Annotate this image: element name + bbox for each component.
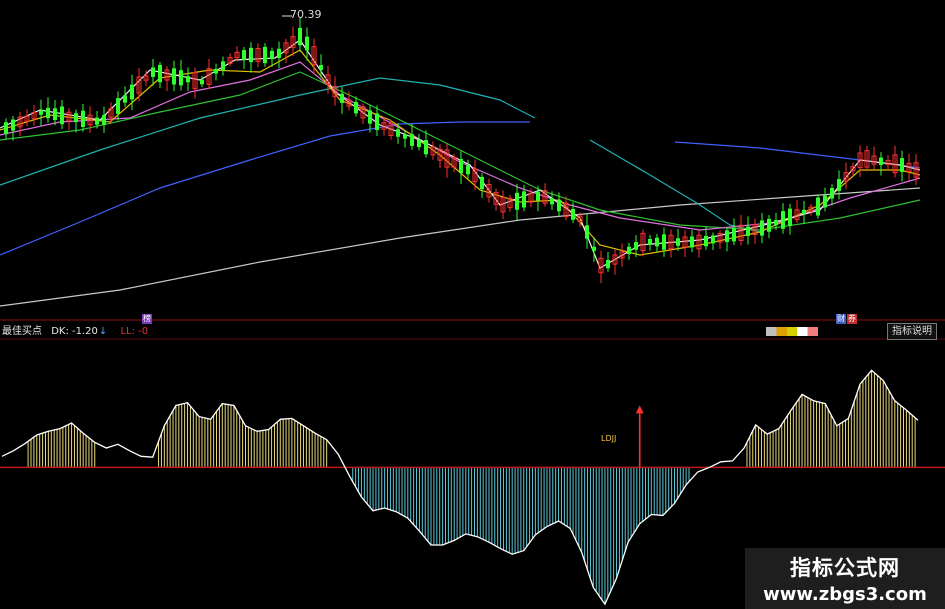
- candle-down: [466, 165, 470, 175]
- candle-down: [242, 50, 246, 60]
- candle-down: [760, 220, 764, 236]
- ma-line-20: [0, 61, 921, 231]
- candle-down: [900, 158, 904, 172]
- watermark-url: www.zbgs3.com: [763, 584, 927, 605]
- candle-down: [221, 61, 225, 71]
- candle-down: [417, 139, 421, 148]
- candle-down: [746, 226, 750, 236]
- candle-down: [81, 110, 85, 128]
- candle-down: [823, 195, 827, 208]
- candle-down: [375, 113, 379, 131]
- candle-down: [662, 234, 666, 250]
- candle-down: [158, 64, 162, 83]
- candle-down: [655, 237, 659, 247]
- candle-down: [634, 242, 638, 250]
- candle-down: [627, 246, 631, 255]
- candle-down: [277, 48, 281, 59]
- candle-down: [781, 211, 785, 229]
- candle-down: [340, 93, 344, 103]
- candle-down: [4, 122, 8, 135]
- candle-down: [536, 191, 540, 201]
- indicator-name[interactable]: 最佳买点: [2, 326, 42, 337]
- broker-badge[interactable]: 券: [847, 314, 857, 324]
- candle-down: [522, 191, 526, 208]
- candle-down: [186, 76, 190, 83]
- ma-line-60: [0, 77, 536, 186]
- candle-down: [767, 218, 771, 232]
- color-legend-chips: [766, 327, 818, 336]
- arrow-down-icon: ↓: [98, 326, 108, 337]
- candle-down: [403, 134, 407, 139]
- candle-down: [515, 192, 519, 210]
- candle-down: [732, 227, 736, 242]
- indicator-ll-value: LL: -0: [120, 326, 149, 337]
- candle-down: [116, 98, 120, 114]
- candle-down: [592, 246, 596, 251]
- ma-line-60b: [589, 139, 761, 233]
- candle-down: [788, 208, 792, 226]
- candle-down: [263, 46, 267, 64]
- ma-line-120: [0, 121, 530, 256]
- candle-down: [53, 108, 57, 121]
- candle-down: [11, 119, 15, 131]
- candle-down: [571, 208, 575, 220]
- candle-down: [102, 115, 106, 125]
- candle-down: [214, 68, 218, 74]
- peak-price-label: 70.39: [290, 8, 322, 21]
- candle-down: [410, 134, 414, 146]
- candle-down: [816, 197, 820, 216]
- indicator-help-button[interactable]: 指标说明: [887, 323, 937, 340]
- candle-down: [830, 187, 834, 199]
- candle-down: [270, 50, 274, 60]
- candle-down: [179, 70, 183, 86]
- candle-down: [130, 84, 134, 100]
- candle-down: [676, 238, 680, 246]
- candle-down: [305, 36, 309, 51]
- candle-down: [837, 179, 841, 191]
- candle-down: [95, 117, 99, 125]
- candle-down: [802, 209, 806, 214]
- candle-down: [711, 235, 715, 244]
- candle-down: [704, 235, 708, 247]
- candle-down: [249, 47, 253, 63]
- candle-down: [123, 95, 127, 103]
- candle-down: [690, 236, 694, 248]
- stock-chart: [0, 15, 945, 606]
- candle-down: [774, 220, 778, 226]
- candle-down: [725, 230, 729, 243]
- event-badge[interactable]: 榜: [142, 314, 152, 324]
- candle-down: [354, 101, 358, 114]
- signal-label: LDJJ: [601, 434, 617, 443]
- candle-down: [60, 106, 64, 125]
- watermark-title: 指标公式网: [790, 556, 900, 580]
- candle-down: [319, 65, 323, 71]
- candle-down: [480, 176, 484, 190]
- candle-down: [172, 68, 176, 85]
- finance-badge[interactable]: 财: [836, 314, 846, 324]
- candle-down: [298, 27, 302, 46]
- candle-down: [396, 129, 400, 137]
- candle-down: [550, 198, 554, 205]
- ma-line-120b: [674, 141, 921, 169]
- ma-line-5: [0, 39, 921, 269]
- candle-down: [648, 238, 652, 246]
- candle-down: [424, 140, 428, 155]
- candle-down: [151, 67, 155, 77]
- candle-down: [879, 157, 883, 166]
- candle-down: [46, 107, 50, 119]
- ma-line-long: [0, 187, 921, 307]
- candle-down: [368, 110, 372, 124]
- candle-down: [74, 113, 78, 123]
- candle-down: [585, 225, 589, 239]
- candle-down: [459, 158, 463, 174]
- candle-down: [606, 259, 610, 269]
- candle-down: [200, 79, 204, 85]
- candle-down: [39, 110, 43, 115]
- indicator-dk-value: DK: -1.20: [51, 326, 98, 337]
- candle-down: [557, 199, 561, 212]
- watermark: 指标公式网 www.zbgs3.com: [745, 548, 945, 609]
- buy-signal-arrowhead: [635, 405, 644, 414]
